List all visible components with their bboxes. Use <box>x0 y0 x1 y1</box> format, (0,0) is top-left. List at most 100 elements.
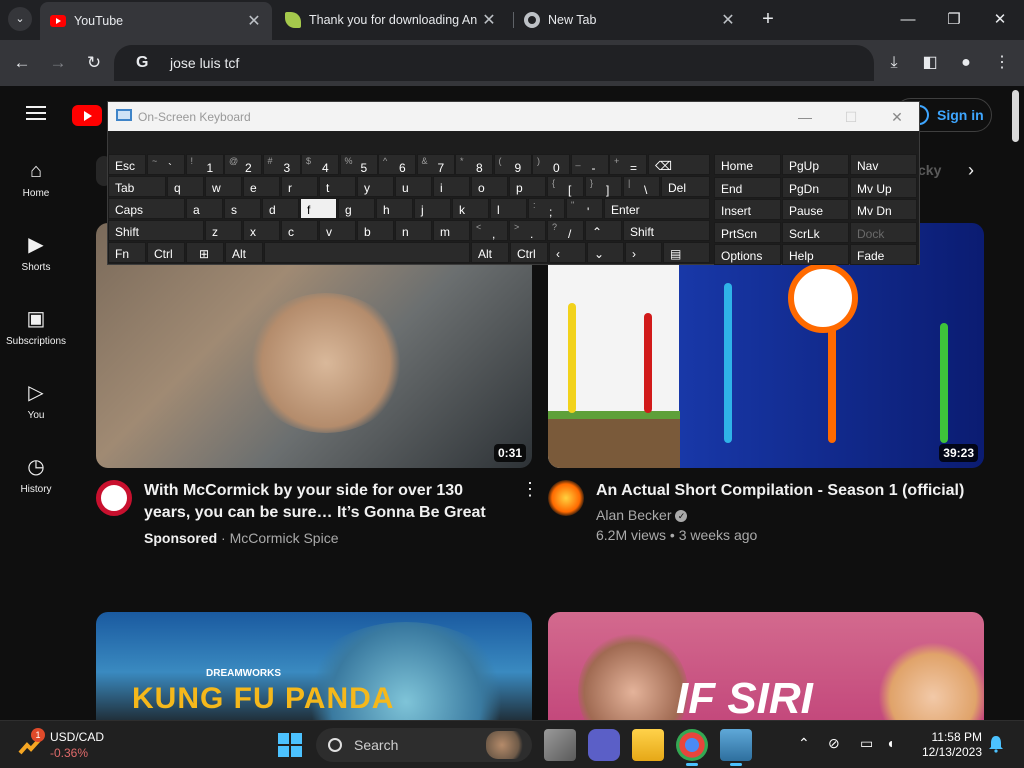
notification-bell-icon[interactable] <box>988 735 1004 753</box>
key-letter[interactable]: h <box>376 198 413 219</box>
display-icon[interactable]: ▭ <box>860 735 873 752</box>
key-arrow-down[interactable]: ⌄ <box>587 242 624 263</box>
key-letter[interactable]: r <box>281 176 318 197</box>
key-symbol[interactable]: >. <box>509 220 546 241</box>
tab-new-tab[interactable]: New Tab ✕ <box>514 4 746 36</box>
key-nav[interactable]: Options <box>714 244 781 265</box>
key-digit[interactable]: $4 <box>301 154 339 175</box>
profile-button[interactable]: ● <box>953 50 979 76</box>
sidebar-item-subscriptions[interactable]: ▣ Subscriptions <box>0 290 72 364</box>
key-nav[interactable]: Help <box>782 244 849 265</box>
sidebar-item-shorts[interactable]: ▶ Shorts <box>0 216 72 290</box>
omnibox-input[interactable]: jose luis tcf <box>170 55 239 71</box>
sidebar-item-home[interactable]: ⌂ Home <box>0 142 72 216</box>
key-fn[interactable]: Fn <box>108 242 146 263</box>
channel-name[interactable]: Alan Becker <box>596 507 671 523</box>
sidebar-item-you[interactable]: ▷ You <box>0 364 72 438</box>
key-nav[interactable]: Pause <box>782 199 849 220</box>
chip-label-fragment[interactable]: cky <box>918 162 941 178</box>
key-backspace[interactable]: ⌫ <box>648 154 710 175</box>
channel-name[interactable]: McCormick Spice <box>230 530 339 546</box>
restore-button[interactable]: ❐ <box>932 6 976 34</box>
key-symbol[interactable]: <, <box>471 220 508 241</box>
chevron-up-icon[interactable]: ⌃ <box>798 735 810 752</box>
network-off-icon[interactable]: ⊘ <box>828 735 840 752</box>
key-letter[interactable]: b <box>357 220 394 241</box>
key-letter[interactable]: m <box>433 220 470 241</box>
reload-button[interactable]: ↻ <box>81 50 107 76</box>
key-digit[interactable]: ^ 6 <box>378 154 416 175</box>
key-arrow-up[interactable]: ⌃ <box>585 220 622 241</box>
key-symbol[interactable]: ? / <box>547 220 584 241</box>
key-nav[interactable]: Insert <box>714 199 781 220</box>
key-nav[interactable]: PrtScn <box>714 221 781 243</box>
key-letter[interactable]: q <box>167 176 204 197</box>
key-shift-left[interactable]: Shift <box>108 220 204 241</box>
key-symbol[interactable]: }] <box>585 176 622 197</box>
key-digit[interactable]: % 5 <box>339 154 378 175</box>
key-nav[interactable]: ScrLk <box>782 221 849 243</box>
window-close-button[interactable]: ✕ <box>978 6 1022 34</box>
system-clock[interactable]: 11:58 PM 12/13/2023 <box>918 730 982 760</box>
key-digit[interactable]: _ - <box>570 154 609 175</box>
key-digit[interactable]: ! 1 <box>185 154 224 175</box>
minimize-button[interactable]: — <box>886 6 930 34</box>
osk-close-button[interactable]: ✕ <box>882 106 912 128</box>
on-screen-keyboard-app-icon[interactable] <box>720 729 752 766</box>
key-letter[interactable]: w <box>205 176 242 197</box>
key-letter[interactable]: j <box>414 198 451 219</box>
key-digit[interactable]: & 7 <box>416 154 455 175</box>
key-letter[interactable]: a <box>186 198 223 219</box>
downloads-button[interactable]: ⤓ <box>881 50 907 76</box>
key-nav[interactable]: Nav <box>850 154 917 175</box>
key-alt-left[interactable]: Alt <box>225 242 263 263</box>
osk-titlebar[interactable]: On-Screen Keyboard — ☐ ✕ <box>108 102 919 131</box>
chrome-icon[interactable] <box>676 729 708 766</box>
tab-youtube[interactable]: YouTube ✕ <box>40 2 272 40</box>
meet-icon[interactable] <box>588 729 620 761</box>
key-digit[interactable]: * 8 <box>455 154 493 175</box>
key-nav[interactable]: Fade <box>850 244 917 265</box>
key-letter[interactable]: f <box>300 198 337 219</box>
key-symbol[interactable]: | \ <box>623 176 660 197</box>
key-digit[interactable]: ) 0 <box>532 154 570 175</box>
key-nav[interactable]: Mv Dn <box>850 199 917 220</box>
key-letter[interactable]: x <box>243 220 280 241</box>
key-digit[interactable]: #3 <box>262 154 301 175</box>
key-nav[interactable]: PgUp <box>782 154 849 175</box>
minimize-button[interactable]: — <box>790 106 820 128</box>
key-ctrl-left[interactable]: Ctrl <box>147 242 185 263</box>
new-tab-button[interactable]: + <box>756 8 780 32</box>
sound-icon[interactable]: ◖ <box>886 735 894 751</box>
menu-icon[interactable] <box>26 106 46 120</box>
tab-search-button[interactable]: ⌄ <box>8 7 32 31</box>
avatar[interactable] <box>96 480 132 516</box>
key-esc[interactable]: Esc <box>108 154 146 175</box>
close-icon[interactable]: ✕ <box>720 10 736 30</box>
close-icon[interactable]: ✕ <box>246 11 262 31</box>
key-nav[interactable]: Dock <box>850 221 917 243</box>
key-tab[interactable]: Tab <box>108 176 166 197</box>
key-menu[interactable]: ▤ <box>663 242 710 263</box>
key-enter[interactable]: Enter <box>604 198 710 219</box>
key-digit[interactable]: (9 <box>493 154 532 175</box>
key-nav[interactable]: Mv Up <box>850 176 917 198</box>
key-ctrl-right[interactable]: Ctrl <box>510 242 548 263</box>
ticker-symbol[interactable]: USD/CAD <box>50 730 104 744</box>
key-letter[interactable]: u <box>395 176 432 197</box>
maximize-button[interactable]: ☐ <box>836 106 866 128</box>
taskbar-search[interactable]: Search <box>316 728 532 762</box>
key-symbol[interactable]: :; <box>528 198 565 219</box>
key-nav[interactable]: PgDn <box>782 176 849 198</box>
forward-button[interactable]: → <box>45 50 71 76</box>
sidebar-item-history[interactable]: ◷ History <box>0 438 72 512</box>
file-explorer-icon[interactable] <box>632 729 664 761</box>
tab-download[interactable]: Thank you for downloading An ✕ <box>275 4 507 36</box>
key-windows[interactable]: ⊞ <box>186 242 224 263</box>
more-vertical-icon[interactable]: ⋮ <box>521 480 539 498</box>
start-button[interactable] <box>278 733 302 757</box>
key-symbol[interactable]: " ' <box>566 198 603 219</box>
key-letter[interactable]: d <box>262 198 299 219</box>
youtube-logo-icon[interactable] <box>72 105 102 126</box>
key-caps[interactable]: Caps <box>108 198 185 219</box>
